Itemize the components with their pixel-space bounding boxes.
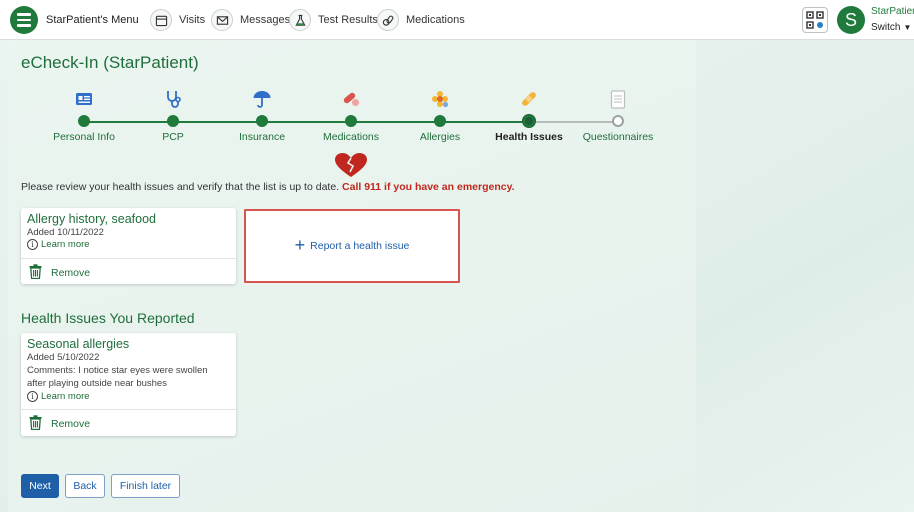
user-name: StarPatien	[871, 6, 914, 17]
bandage-icon	[484, 88, 574, 110]
step-dot-current	[523, 115, 535, 127]
step-dot	[345, 115, 357, 127]
step-label-current: Health Issues	[495, 131, 563, 143]
switch-user-button[interactable]: Switch ▼	[871, 22, 911, 33]
learn-more-label: Learn more	[41, 391, 90, 402]
page-title: eCheck-In (StarPatient)	[21, 53, 199, 72]
step-pcp[interactable]: PCP	[128, 88, 218, 143]
step-medications[interactable]: Medications	[306, 88, 396, 143]
umbrella-icon	[217, 88, 307, 110]
nav-visits[interactable]: Visits	[150, 8, 205, 32]
learn-more-label: Learn more	[41, 239, 90, 250]
health-issue-card: Allergy history, seafood Added 10/11/202…	[21, 208, 236, 284]
remove-button[interactable]: Remove	[29, 415, 90, 433]
step-insurance[interactable]: Insurance	[217, 88, 307, 143]
qr-code-icon[interactable]	[802, 7, 828, 33]
info-icon: i	[27, 239, 38, 250]
reported-issues-heading: Health Issues You Reported	[21, 310, 195, 326]
report-health-issue-label: Report a health issue	[310, 240, 410, 252]
remove-button[interactable]: Remove	[29, 264, 90, 282]
reported-issue-comment-line1: Comments: I notice star eyes were swolle…	[27, 365, 208, 376]
nav-test-results[interactable]: Test Results	[289, 8, 378, 32]
next-button[interactable]: Next	[21, 474, 59, 498]
reported-issue-title: Seasonal allergies	[27, 337, 130, 351]
heart-icon	[333, 152, 369, 178]
step-label: Personal Info	[53, 131, 115, 143]
learn-more-link[interactable]: i Learn more	[27, 391, 90, 402]
card-divider	[21, 258, 236, 259]
remove-label: Remove	[51, 267, 91, 279]
review-notice: Please review your health issues and ver…	[21, 181, 515, 193]
reported-issue-card: Seasonal allergies Added 5/10/2022 Comme…	[21, 333, 236, 436]
stepper-remaining-line	[530, 121, 618, 123]
clipboard-icon	[573, 88, 663, 110]
plus-icon: +	[294, 235, 306, 255]
step-label: PCP	[162, 131, 184, 143]
card-divider	[21, 409, 236, 410]
nav-medications[interactable]: Medications	[377, 8, 465, 32]
flower-icon	[395, 88, 485, 110]
step-label: Insurance	[238, 131, 286, 143]
avatar[interactable]: S	[837, 6, 865, 34]
health-issue-title: Allergy history, seafood	[27, 212, 156, 226]
emergency-notice: Call 911 if you have an emergency.	[342, 181, 515, 193]
nav-test-results-label: Test Results	[318, 14, 378, 26]
step-dot	[256, 115, 268, 127]
stepper-progress-line	[84, 121, 530, 123]
report-health-issue-button[interactable]: + Report a health issue	[244, 209, 460, 283]
pills-icon	[377, 9, 399, 31]
reported-issue-added-date: Added 5/10/2022	[27, 352, 100, 363]
health-issue-added-date: Added 10/11/2022	[27, 227, 104, 238]
step-dot	[167, 115, 179, 127]
step-label: Medications	[322, 131, 380, 143]
learn-more-link[interactable]: i Learn more	[27, 239, 90, 250]
step-personal-info[interactable]: Personal Info	[39, 88, 129, 143]
trash-icon	[29, 264, 42, 282]
review-notice-text: Please review your health issues and ver…	[21, 181, 340, 193]
id-card-icon	[39, 88, 129, 110]
stethoscope-icon	[128, 88, 218, 110]
trash-icon	[29, 415, 42, 433]
reported-issue-comment-line2: after playing outside near bushes	[27, 378, 167, 389]
right-background-pane	[696, 40, 914, 512]
nav-visits-label: Visits	[179, 14, 206, 26]
step-dot	[434, 115, 446, 127]
back-button[interactable]: Back	[65, 474, 105, 498]
switch-label: Switch	[871, 22, 901, 33]
step-questionnaires[interactable]: Questionnaires	[573, 88, 663, 143]
step-label: Allergies	[419, 131, 461, 143]
nav-messages-label: Messages	[240, 14, 291, 26]
remove-label: Remove	[51, 418, 91, 430]
step-allergies[interactable]: Allergies	[395, 88, 485, 143]
step-health-issues[interactable]: Health Issues	[484, 88, 574, 143]
finish-later-button[interactable]: Finish later	[111, 474, 180, 498]
step-dot	[78, 115, 90, 127]
flask-icon	[289, 9, 311, 31]
calendar-icon	[150, 9, 172, 31]
nav-messages[interactable]: Messages	[211, 8, 290, 32]
top-navigation-bar: StarPatient's Menu Visits Messages Test …	[0, 0, 914, 40]
hamburger-menu-icon[interactable]	[10, 6, 38, 34]
envelope-icon	[211, 9, 233, 31]
nav-medications-label: Medications	[406, 14, 465, 26]
info-icon: i	[27, 391, 38, 402]
menu-label[interactable]: StarPatient's Menu	[46, 14, 139, 26]
pill-icon	[306, 88, 396, 110]
caret-down-icon: ▼	[903, 23, 912, 32]
step-dot-future	[612, 115, 624, 127]
step-label: Questionnaires	[582, 131, 654, 143]
